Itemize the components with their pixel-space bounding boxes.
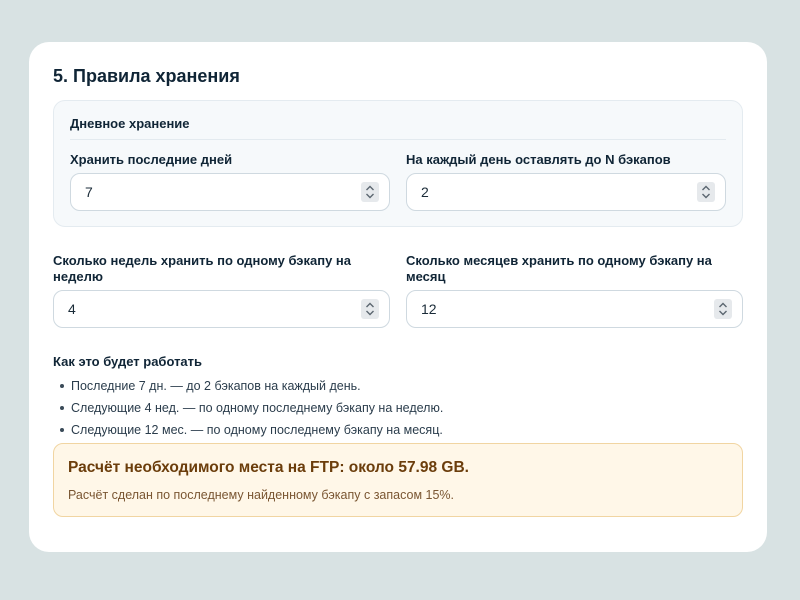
list-item-text: Следующие 4 нед. — по одному последнему … bbox=[71, 401, 444, 415]
days-count-label: Хранить последние дней bbox=[70, 152, 233, 167]
months-count-label: Сколько месяцев хранить по одному бэкапу… bbox=[406, 253, 712, 284]
weeks-count-value: 4 bbox=[68, 301, 76, 317]
backups-per-day-input[interactable]: 2 bbox=[406, 173, 726, 211]
bullet-dot bbox=[60, 428, 64, 432]
how-it-works-list: Последние 7 дн. — до 2 бэкапов на каждый… bbox=[53, 378, 443, 444]
daily-retention-heading: Дневное хранение bbox=[70, 116, 190, 131]
days-count-value: 7 bbox=[85, 184, 93, 200]
weeks-count-label: Сколько недель хранить по одному бэкапу … bbox=[53, 253, 352, 284]
section-title: 5. Правила хранения bbox=[53, 66, 240, 86]
how-it-works-title: Как это будет работать bbox=[53, 354, 203, 369]
list-item: Последние 7 дн. — до 2 бэкапов на каждый… bbox=[53, 378, 443, 400]
months-count-value: 12 bbox=[421, 301, 437, 317]
estimate-note: Расчёт сделан по последнему найденному б… bbox=[68, 488, 454, 502]
up-down-chevron-icon[interactable] bbox=[714, 299, 732, 319]
bullet-dot bbox=[60, 384, 64, 388]
list-item-text: Последние 7 дн. — до 2 бэкапов на каждый… bbox=[71, 379, 361, 393]
list-item: Следующие 12 мес. — по одному последнему… bbox=[53, 422, 443, 444]
days-count-input[interactable]: 7 bbox=[70, 173, 390, 211]
ftp-space-estimate: Расчёт необходимого места на FTP: около … bbox=[53, 443, 743, 517]
list-item-text: Следующие 12 мес. — по одному последнему… bbox=[71, 423, 443, 437]
backups-per-day-label: На каждый день оставлять до N бэкапов bbox=[406, 152, 671, 167]
up-down-chevron-icon[interactable] bbox=[697, 182, 715, 202]
backups-per-day-value: 2 bbox=[421, 184, 429, 200]
daily-retention-group: Дневное хранение Хранить последние дней … bbox=[53, 100, 743, 227]
estimate-title: Расчёт необходимого места на FTP: около … bbox=[68, 459, 469, 476]
list-item: Следующие 4 нед. — по одному последнему … bbox=[53, 400, 443, 422]
months-count-input[interactable]: 12 bbox=[406, 290, 743, 328]
up-down-chevron-icon[interactable] bbox=[361, 182, 379, 202]
retention-rules-card: 5. Правила хранения Дневное хранение Хра… bbox=[29, 42, 767, 552]
divider bbox=[70, 139, 726, 140]
up-down-chevron-icon[interactable] bbox=[361, 299, 379, 319]
weeks-count-input[interactable]: 4 bbox=[53, 290, 390, 328]
bullet-dot bbox=[60, 406, 64, 410]
